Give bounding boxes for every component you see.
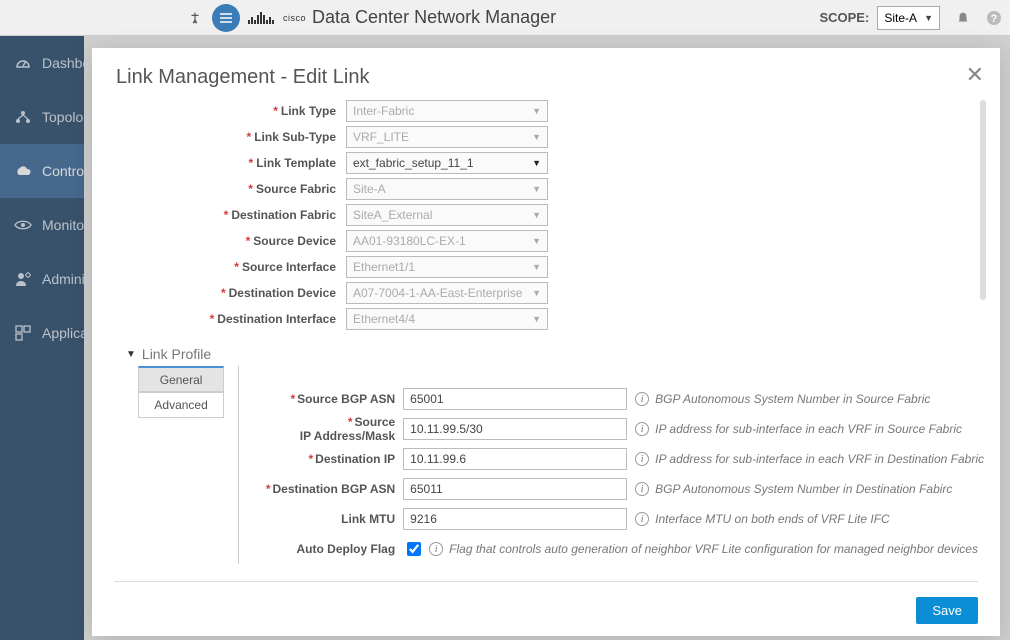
select-value: VRF_LITE — [353, 130, 409, 144]
save-button[interactable]: Save — [916, 597, 978, 624]
menu-button[interactable] — [212, 4, 240, 32]
bell-icon[interactable] — [956, 11, 970, 25]
section-header-link-profile[interactable]: ▼ Link Profile — [126, 346, 984, 362]
select-value: AA01-93180LC-EX-1 — [353, 234, 466, 248]
label-destination-device: Destination Device — [229, 286, 336, 300]
pin-icon[interactable] — [188, 11, 202, 25]
label-destination-interface: Destination Interface — [217, 312, 336, 326]
info-icon[interactable]: i — [635, 512, 649, 526]
select-destination-fabric[interactable]: SiteA_External — [346, 204, 548, 226]
select-destination-interface[interactable]: Ethernet4/4 — [346, 308, 548, 330]
label-source-device: Source Device — [253, 234, 336, 248]
info-icon[interactable]: i — [635, 422, 649, 436]
modal-body: *Link TypeInter-Fabric *Link Sub-TypeVRF… — [114, 98, 984, 580]
help-text: BGP Autonomous System Number in Source F… — [655, 392, 930, 406]
tab-advanced[interactable]: Advanced — [138, 392, 224, 418]
select-value: ext_fabric_setup_11_1 — [353, 156, 474, 170]
label-destination-fabric: Destination Fabric — [231, 208, 336, 222]
info-icon[interactable]: i — [635, 452, 649, 466]
help-text: BGP Autonomous System Number in Destinat… — [655, 482, 952, 496]
input-link-mtu[interactable] — [403, 508, 627, 530]
select-value: SiteA_External — [353, 208, 432, 222]
select-value: Ethernet4/4 — [353, 312, 415, 326]
label-link-mtu: Link MTU — [341, 512, 395, 526]
input-destination-bgp-asn[interactable] — [403, 478, 627, 500]
tab-general[interactable]: General — [138, 366, 224, 392]
caret-down-icon: ▼ — [126, 349, 136, 360]
select-source-fabric[interactable]: Site-A — [346, 178, 548, 200]
scope-label: SCOPE: — [819, 10, 869, 25]
input-source-ip-mask[interactable] — [403, 418, 627, 440]
info-icon[interactable]: i — [635, 482, 649, 496]
scope-value: Site-A — [884, 11, 917, 25]
select-value: Ethernet1/1 — [353, 260, 415, 274]
label-destination-bgp-asn: Destination BGP ASN — [272, 482, 395, 496]
scope-area: SCOPE: Site-A ? — [819, 6, 1002, 30]
label-source-fabric: Source Fabric — [256, 182, 336, 196]
help-text: IP address for sub-interface in each VRF… — [655, 422, 962, 436]
help-icon[interactable]: ? — [986, 10, 1002, 26]
modal-footer: Save — [916, 597, 978, 624]
select-value: A07-7004-1-AA-East-Enterprise — [353, 286, 522, 300]
label-destination-ip: Destination IP — [315, 452, 395, 466]
label-link-sub-type: Link Sub-Type — [254, 130, 336, 144]
checkbox-auto-deploy[interactable] — [407, 542, 421, 556]
label-source-interface: Source Interface — [242, 260, 336, 274]
profile-fields: *Source BGP ASN i BGP Autonomous System … — [238, 366, 984, 564]
help-text: IP address for sub-interface in each VRF… — [655, 452, 984, 466]
select-link-type[interactable]: Inter-Fabric — [346, 100, 548, 122]
scope-select[interactable]: Site-A — [877, 6, 940, 30]
divider — [114, 581, 978, 582]
select-link-template[interactable]: ext_fabric_setup_11_1 — [346, 152, 548, 174]
input-source-bgp-asn[interactable] — [403, 388, 627, 410]
label-auto-deploy: Auto Deploy Flag — [297, 542, 396, 556]
scrollbar-thumb[interactable] — [980, 100, 986, 300]
cisco-logo — [248, 12, 274, 24]
select-link-sub-type[interactable]: VRF_LITE — [346, 126, 548, 148]
select-source-interface[interactable]: Ethernet1/1 — [346, 256, 548, 278]
svg-text:?: ? — [991, 13, 998, 25]
info-icon[interactable]: i — [635, 392, 649, 406]
help-text: Interface MTU on both ends of VRF Lite I… — [655, 512, 890, 526]
close-icon[interactable]: ✕ — [966, 62, 984, 88]
modal-link-management: Link Management - Edit Link ✕ *Link Type… — [92, 48, 1000, 636]
app-title: Data Center Network Manager — [312, 7, 556, 28]
link-profile-area: General Advanced *Source BGP ASN i BGP A… — [114, 366, 984, 564]
info-icon[interactable]: i — [429, 542, 443, 556]
input-destination-ip[interactable] — [403, 448, 627, 470]
top-bar: cisco Data Center Network Manager SCOPE:… — [0, 0, 1010, 36]
select-value: Site-A — [353, 182, 386, 196]
label-source-bgp-asn: Source BGP ASN — [297, 392, 395, 406]
help-text: Flag that controls auto generation of ne… — [449, 542, 978, 556]
modal-title: Link Management - Edit Link — [116, 66, 976, 89]
select-destination-device[interactable]: A07-7004-1-AA-East-Enterprise — [346, 282, 548, 304]
label-link-type: Link Type — [281, 104, 336, 118]
select-value: Inter-Fabric — [353, 104, 414, 118]
label-link-template: Link Template — [256, 156, 336, 170]
cisco-text: cisco — [283, 13, 306, 23]
section-title: Link Profile — [142, 346, 211, 362]
select-source-device[interactable]: AA01-93180LC-EX-1 — [346, 230, 548, 252]
tabs-column: General Advanced — [138, 366, 224, 564]
